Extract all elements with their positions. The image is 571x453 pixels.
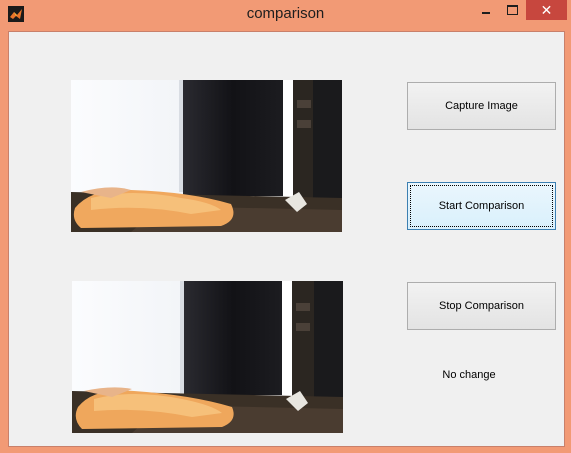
live-image	[72, 281, 343, 433]
stop-comparison-button[interactable]: Stop Comparison	[407, 282, 556, 330]
captured-image	[71, 80, 342, 232]
capture-image-button[interactable]: Capture Image	[407, 82, 556, 130]
maximize-icon	[507, 5, 518, 15]
captured-image-photo	[71, 80, 342, 232]
maximize-button[interactable]	[499, 0, 525, 20]
app-window: comparison ✕ Capture Image Start Compari…	[0, 0, 571, 453]
client-area: Capture Image Start Comparison Stop Comp…	[8, 31, 565, 447]
title-bar[interactable]: comparison ✕	[0, 0, 571, 30]
focus-ring	[410, 185, 553, 227]
start-comparison-button[interactable]: Start Comparison	[407, 182, 556, 230]
close-button[interactable]: ✕	[526, 0, 567, 20]
live-image-photo	[72, 281, 343, 433]
minimize-icon	[482, 12, 490, 14]
minimize-button[interactable]	[473, 0, 499, 20]
status-text: No change	[442, 369, 496, 381]
close-icon: ✕	[540, 2, 553, 18]
